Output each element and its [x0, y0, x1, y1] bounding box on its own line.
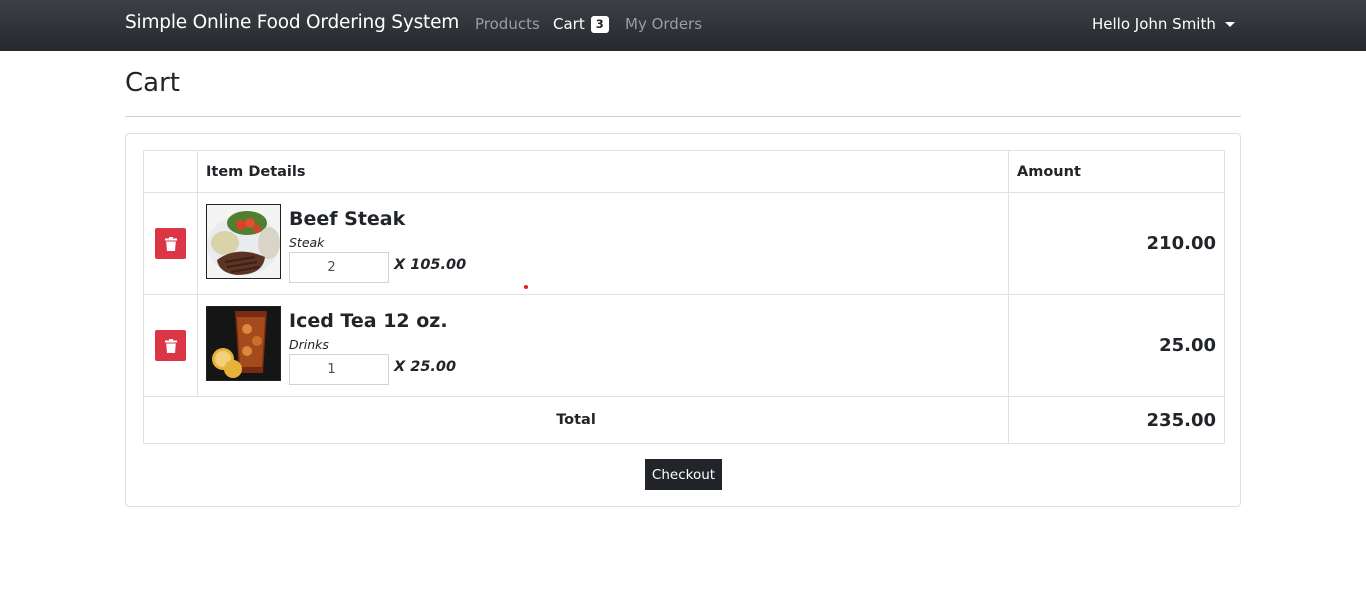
item-name: Beef Steak	[289, 208, 406, 230]
total-label: Total	[143, 396, 1009, 444]
nav-cart-label: Cart	[553, 15, 585, 33]
item-amount: 210.00	[1008, 192, 1225, 295]
delete-cell	[143, 294, 198, 397]
remove-item-button[interactable]	[155, 228, 186, 259]
cart-count-badge: 3	[590, 15, 609, 33]
title-divider	[125, 116, 1241, 117]
header-item-details: Item Details	[197, 150, 1009, 193]
item-details-cell: Beef Steak Steak X 105.00	[197, 192, 1009, 295]
quantity-input[interactable]	[289, 252, 389, 283]
item-category: Drinks	[289, 337, 329, 352]
remove-item-button[interactable]	[155, 330, 186, 361]
trash-icon	[164, 236, 177, 251]
header-amount: Amount	[1008, 150, 1225, 193]
trash-icon	[164, 338, 177, 353]
brand-link[interactable]: Simple Online Food Ordering System	[125, 12, 459, 33]
table-row: Beef Steak Steak X 105.00 210.00	[143, 192, 1225, 295]
nav-cart-link[interactable]: Cart 3	[553, 15, 609, 33]
nav-products-link[interactable]: Products	[475, 15, 540, 33]
delete-cell	[143, 192, 198, 295]
cart-table: Item Details Amount Beef Steak Steak 2 X…	[143, 150, 1225, 444]
iced-tea-image	[206, 306, 281, 381]
cursor-dot	[524, 285, 528, 289]
page-title: Cart	[125, 68, 180, 98]
quantity-input[interactable]	[289, 354, 389, 385]
item-details-cell: Iced Tea 12 oz. Drinks X 25.00	[197, 294, 1009, 397]
item-category: Steak	[289, 235, 325, 250]
cart-card: Item Details Amount Beef Steak Steak 2 X…	[125, 133, 1241, 507]
user-dropdown-toggle[interactable]: Hello John Smith	[1092, 15, 1235, 33]
item-amount: 25.00	[1008, 294, 1225, 397]
checkout-button[interactable]: Checkout	[645, 459, 722, 490]
table-header-row: Item Details Amount	[143, 150, 1225, 193]
total-amount: 235.00	[1008, 396, 1225, 444]
top-navbar: Simple Online Food Ordering System Produ…	[0, 0, 1366, 51]
unit-price: X 105.00	[394, 256, 467, 273]
beef-steak-image	[206, 204, 281, 279]
unit-price: X 25.00	[394, 358, 457, 375]
item-name: Iced Tea 12 oz.	[289, 310, 448, 332]
table-row: Iced Tea 12 oz. Drinks X 25.00 25.00	[143, 294, 1225, 397]
total-row: Total 235.00	[143, 396, 1225, 444]
user-greeting: Hello John Smith	[1092, 15, 1216, 33]
header-blank	[143, 150, 198, 193]
nav-my-orders-link[interactable]: My Orders	[625, 15, 702, 33]
caret-down-icon	[1224, 21, 1235, 27]
